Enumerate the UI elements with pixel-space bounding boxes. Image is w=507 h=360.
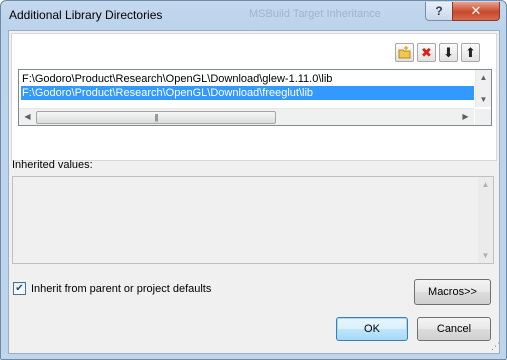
new-folder-icon — [398, 46, 411, 59]
window-title: Additional Library Directories — [9, 8, 163, 22]
horizontal-scroll-thumb[interactable]: ||| — [36, 111, 276, 124]
macros-button[interactable]: Macros>> — [414, 279, 491, 305]
move-up-button[interactable]: ⬆ — [461, 43, 480, 62]
inherited-values-scrollbar[interactable]: ▲ ▼ — [478, 177, 493, 263]
directories-listbox[interactable]: F:\Godoro\Product\Research\OpenGL\Downlo… — [18, 69, 492, 126]
scroll-left-icon[interactable]: ◀ — [20, 109, 35, 124]
scroll-down-icon[interactable]: ▼ — [478, 248, 493, 263]
grip-icon: ||| — [154, 113, 158, 122]
inherit-checkbox-label[interactable]: Inherit from parent or project defaults — [31, 283, 211, 295]
list-item-selected[interactable]: F:\Godoro\Product\Research\OpenGL\Downlo… — [21, 86, 474, 100]
new-line-button[interactable] — [395, 43, 414, 62]
inherited-values-box: ▲ ▼ — [12, 176, 494, 264]
checkmark-icon: ✔ — [15, 282, 24, 294]
scroll-right-icon[interactable]: ▶ — [458, 109, 473, 124]
dialog-client-area: ✖ ⬇ ⬆ F:\Godoro\Product\Research\OpenGL\… — [8, 30, 500, 354]
inherited-values-label: Inherited values: — [12, 159, 93, 171]
title-bar[interactable]: Additional Library Directories MSBuild T… — [1, 1, 506, 31]
resize-grip-icon[interactable]: ⋰ — [491, 341, 500, 352]
list-item[interactable]: F:\Godoro\Product\Research\OpenGL\Downlo… — [21, 72, 474, 86]
background-window-title: MSBuild Target Inheritance — [249, 8, 381, 20]
listbox-horizontal-scrollbar[interactable]: ◀ ||| ▶ — [19, 108, 474, 125]
scroll-up-icon[interactable]: ▲ — [476, 70, 491, 85]
close-icon: ✕ — [470, 3, 482, 18]
help-button[interactable]: ? — [425, 2, 453, 21]
scroll-down-icon[interactable]: ▼ — [476, 92, 491, 107]
scroll-corner — [475, 109, 491, 125]
ok-button[interactable]: OK — [336, 317, 408, 341]
inherit-checkbox-row[interactable]: ✔ Inherit from parent or project default… — [13, 282, 211, 295]
dialog-window: Additional Library Directories MSBuild T… — [0, 0, 507, 360]
directories-panel: ✖ ⬇ ⬆ F:\Godoro\Product\Research\OpenGL\… — [11, 33, 497, 161]
inherit-checkbox[interactable]: ✔ — [13, 282, 26, 295]
delete-line-button[interactable]: ✖ — [417, 43, 436, 62]
arrow-down-icon: ⬇ — [443, 45, 454, 60]
delete-icon: ✖ — [421, 45, 432, 60]
arrow-up-icon: ⬆ — [465, 45, 476, 60]
listbox-vertical-scrollbar[interactable]: ▲ ▼ — [475, 70, 491, 107]
cancel-button[interactable]: Cancel — [417, 317, 491, 341]
close-button[interactable]: ✕ — [452, 2, 500, 21]
scroll-up-icon[interactable]: ▲ — [478, 177, 493, 192]
move-down-button[interactable]: ⬇ — [439, 43, 458, 62]
